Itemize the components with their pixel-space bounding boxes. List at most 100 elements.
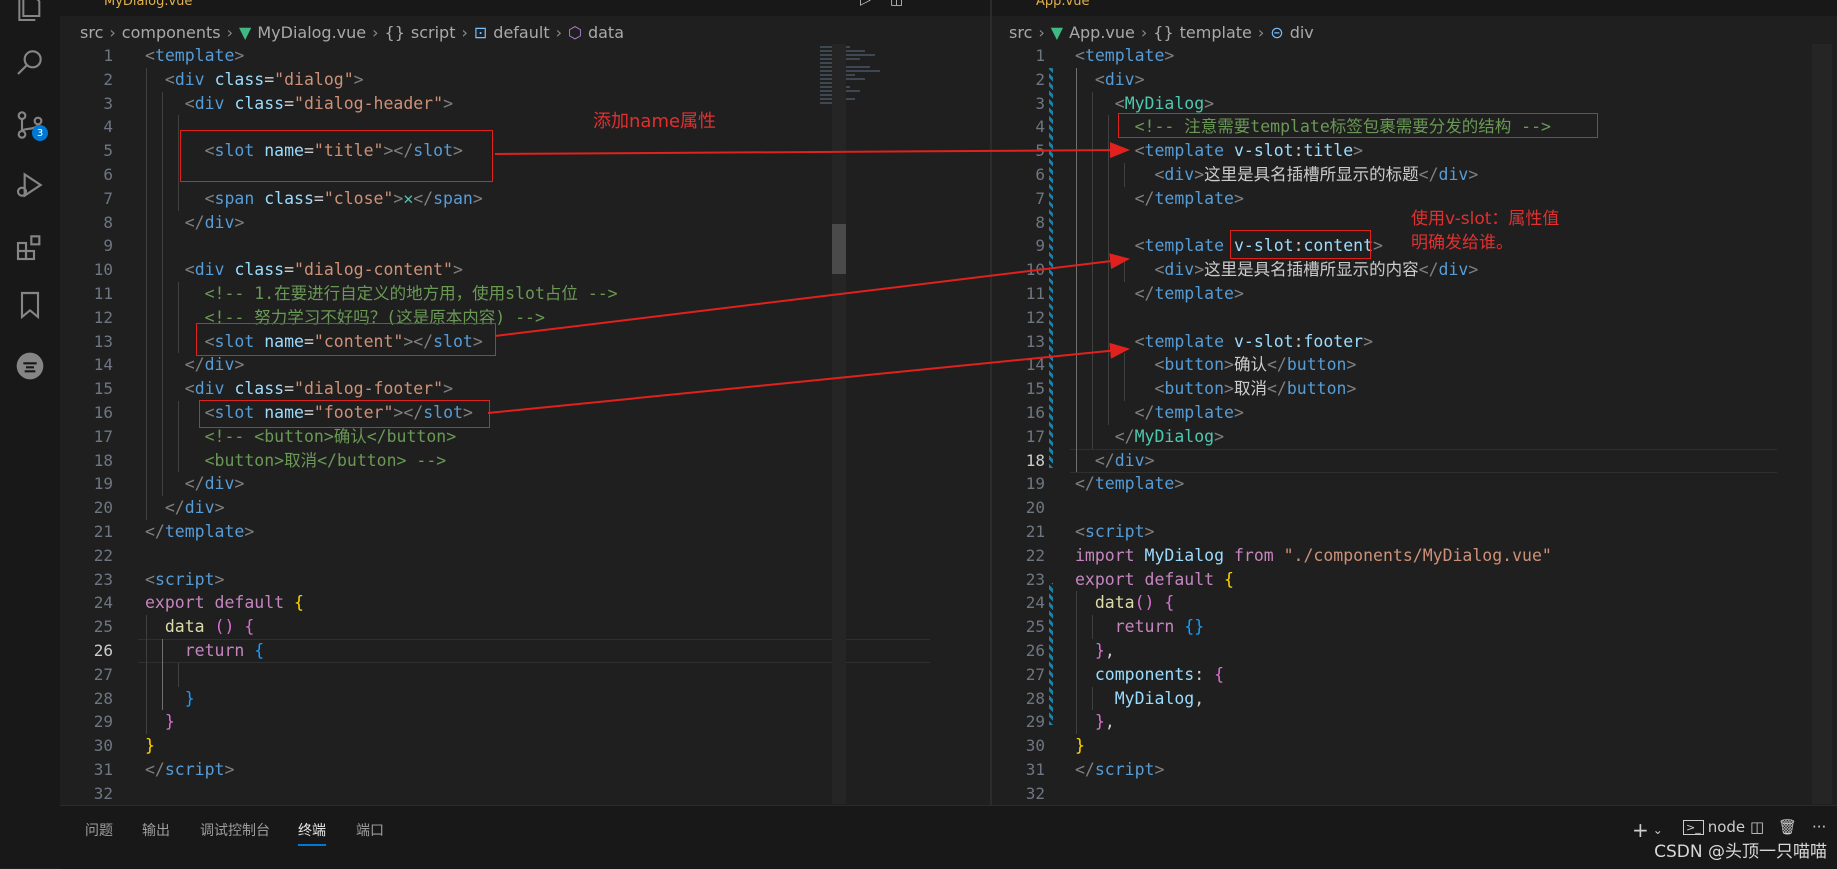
code-line[interactable]: 16 </template>	[992, 401, 1837, 425]
scrollbar-thumb[interactable]	[832, 224, 846, 274]
code-line[interactable]: 10 <div class="dialog-content">	[60, 258, 990, 282]
code-line[interactable]: 5 <template v-slot:title>	[992, 139, 1837, 163]
code-line[interactable]: 32	[992, 782, 1837, 805]
code-line[interactable]: 31 </script>	[992, 758, 1837, 782]
code-token: MyDialog	[1124, 93, 1205, 113]
code-line[interactable]: 20 </div>	[60, 496, 990, 520]
code-line[interactable]: 20	[992, 496, 1837, 520]
breadcrumb-item[interactable]: div	[1290, 23, 1314, 42]
trash-icon[interactable]: 🗑	[1778, 818, 1797, 836]
tab-terminal[interactable]: 终端	[298, 820, 326, 846]
code-line[interactable]: 6 <div>这里是具名插槽所显示的标题</div>	[992, 163, 1837, 187]
code-token: >	[1468, 165, 1479, 184]
code-line[interactable]: 14 </div>	[60, 353, 990, 377]
code-line[interactable]: 24 data() {	[992, 591, 1837, 615]
breadcrumb-item[interactable]: src	[80, 23, 103, 42]
code-line[interactable]: 17 </MyDialog>	[992, 425, 1837, 449]
breadcrumb-item[interactable]: src	[1009, 23, 1032, 42]
code-line[interactable]: 14 <button>确认</button>	[992, 353, 1837, 377]
code-line[interactable]: 1 <template>	[992, 44, 1837, 68]
code-line[interactable]: 10 <div>这里是具名插槽所显示的内容</div>	[992, 258, 1837, 282]
code-token: <	[184, 260, 195, 280]
chevron-right-icon: ›	[1257, 22, 1265, 42]
source-control-icon[interactable]: 3	[10, 105, 50, 145]
code-line[interactable]: 26 return {	[60, 639, 990, 663]
code-line[interactable]: 21 </template>	[60, 520, 990, 544]
code-token: >	[1468, 260, 1479, 280]
bookmark-icon[interactable]	[10, 285, 50, 325]
live-share-icon[interactable]	[10, 346, 50, 386]
code-line[interactable]: 11 </template>	[992, 282, 1837, 306]
breadcrumb-item[interactable]: data	[588, 23, 624, 42]
extensions-icon[interactable]	[10, 227, 50, 267]
code-line[interactable]: 19 </div>	[60, 472, 990, 496]
code-line[interactable]: 27	[60, 663, 990, 687]
code-text: },	[1075, 710, 1115, 734]
code-line[interactable]: 22	[60, 544, 990, 568]
tab-debug-console[interactable]: 调试控制台	[200, 820, 270, 840]
code-line[interactable]: 18 <button>取消</button> -->	[60, 449, 990, 473]
code-line[interactable]: 22 import MyDialog from "./components/MyD…	[992, 544, 1837, 568]
code-line[interactable]: 13 <template v-slot:footer>	[992, 330, 1837, 354]
tab-ports[interactable]: 端口	[356, 820, 384, 840]
code-token: </	[164, 498, 185, 518]
code-line[interactable]: 28 }	[60, 687, 990, 711]
breadcrumb-item[interactable]: script	[411, 23, 456, 42]
code-line[interactable]: 31 </script>	[60, 758, 990, 782]
breadcrumb-item[interactable]: template	[1180, 23, 1252, 42]
code-line[interactable]: 24 export default {	[60, 591, 990, 615]
code-token: data	[164, 617, 215, 637]
code-line[interactable]: 28 MyDialog,	[992, 687, 1837, 711]
code-line[interactable]: 15 <button>取消</button>	[992, 377, 1837, 401]
run-debug-icon[interactable]	[10, 165, 50, 205]
tab-output[interactable]: 输出	[142, 820, 170, 840]
code-line[interactable]: 23 export default {	[992, 568, 1837, 592]
code-line[interactable]: 23 <script>	[60, 568, 990, 592]
code-line[interactable]: 9	[60, 234, 990, 258]
vertical-scrollbar[interactable]	[1812, 44, 1832, 804]
breadcrumb-item[interactable]: MyDialog.vue	[257, 23, 366, 42]
breadcrumb-item[interactable]: components	[122, 23, 221, 42]
vertical-scrollbar[interactable]	[832, 44, 846, 804]
explorer-icon[interactable]	[10, 0, 50, 28]
code-token: >	[1154, 760, 1165, 779]
code-token: </	[1094, 450, 1115, 470]
tab-app-vue[interactable]: App.vue	[1012, 0, 1089, 16]
code-line[interactable]: 18 </div>	[992, 448, 1837, 473]
code-line[interactable]: 27 components: {	[992, 663, 1837, 687]
split-terminal-icon[interactable]: ◫	[1750, 818, 1764, 836]
tab-mydialog-vue[interactable]: MyDialog.vue	[80, 0, 192, 16]
bottom-panel: 问题 输出 调试控制台 终端 端口 + ⌄ >_ node ◫ 🗑 ···	[60, 805, 1837, 869]
code-line[interactable]: 26 },	[992, 639, 1837, 663]
search-icon[interactable]	[10, 42, 50, 82]
code-line[interactable]: 15 <div class="dialog-footer">	[60, 377, 990, 401]
tab-problems[interactable]: 问题	[85, 820, 113, 840]
code-line[interactable]: 30}	[60, 734, 990, 758]
split-editor-icon[interactable]: ◫	[890, 0, 903, 8]
code-line[interactable]: 12	[992, 306, 1837, 330]
code-line[interactable]: 19 </template>	[992, 472, 1837, 496]
code-line[interactable]: 11 <!-- 1.在要进行自定义的地方用，使用slot占位 -->	[60, 282, 990, 306]
terminal-instance[interactable]: >_ node	[1683, 818, 1745, 836]
braces-icon: {}	[1153, 22, 1174, 42]
code-line[interactable]: 3 <MyDialog>	[992, 92, 1837, 116]
run-icon[interactable]: ▷	[860, 0, 871, 8]
breadcrumb-item[interactable]: App.vue	[1069, 23, 1135, 42]
code-line[interactable]: 21 <script>	[992, 520, 1837, 544]
code-line[interactable]: 29 },	[992, 710, 1837, 734]
code-text: <button>取消</button>	[1075, 377, 1356, 401]
code-line[interactable]: 32	[60, 782, 990, 805]
code-line[interactable]: 30}	[992, 734, 1837, 758]
code-line[interactable]: 29 }	[60, 710, 990, 734]
code-line[interactable]: 25 return {}	[992, 615, 1837, 639]
code-line[interactable]: 2 <div>	[992, 68, 1837, 92]
code-token: template	[1144, 141, 1234, 161]
code-line[interactable]: 25 data () {	[60, 615, 990, 639]
code-line[interactable]: 17 <!-- <button>确认</button>	[60, 425, 990, 449]
breadcrumb-item[interactable]: default	[493, 23, 549, 42]
more-actions-icon[interactable]: ···	[1812, 818, 1826, 836]
